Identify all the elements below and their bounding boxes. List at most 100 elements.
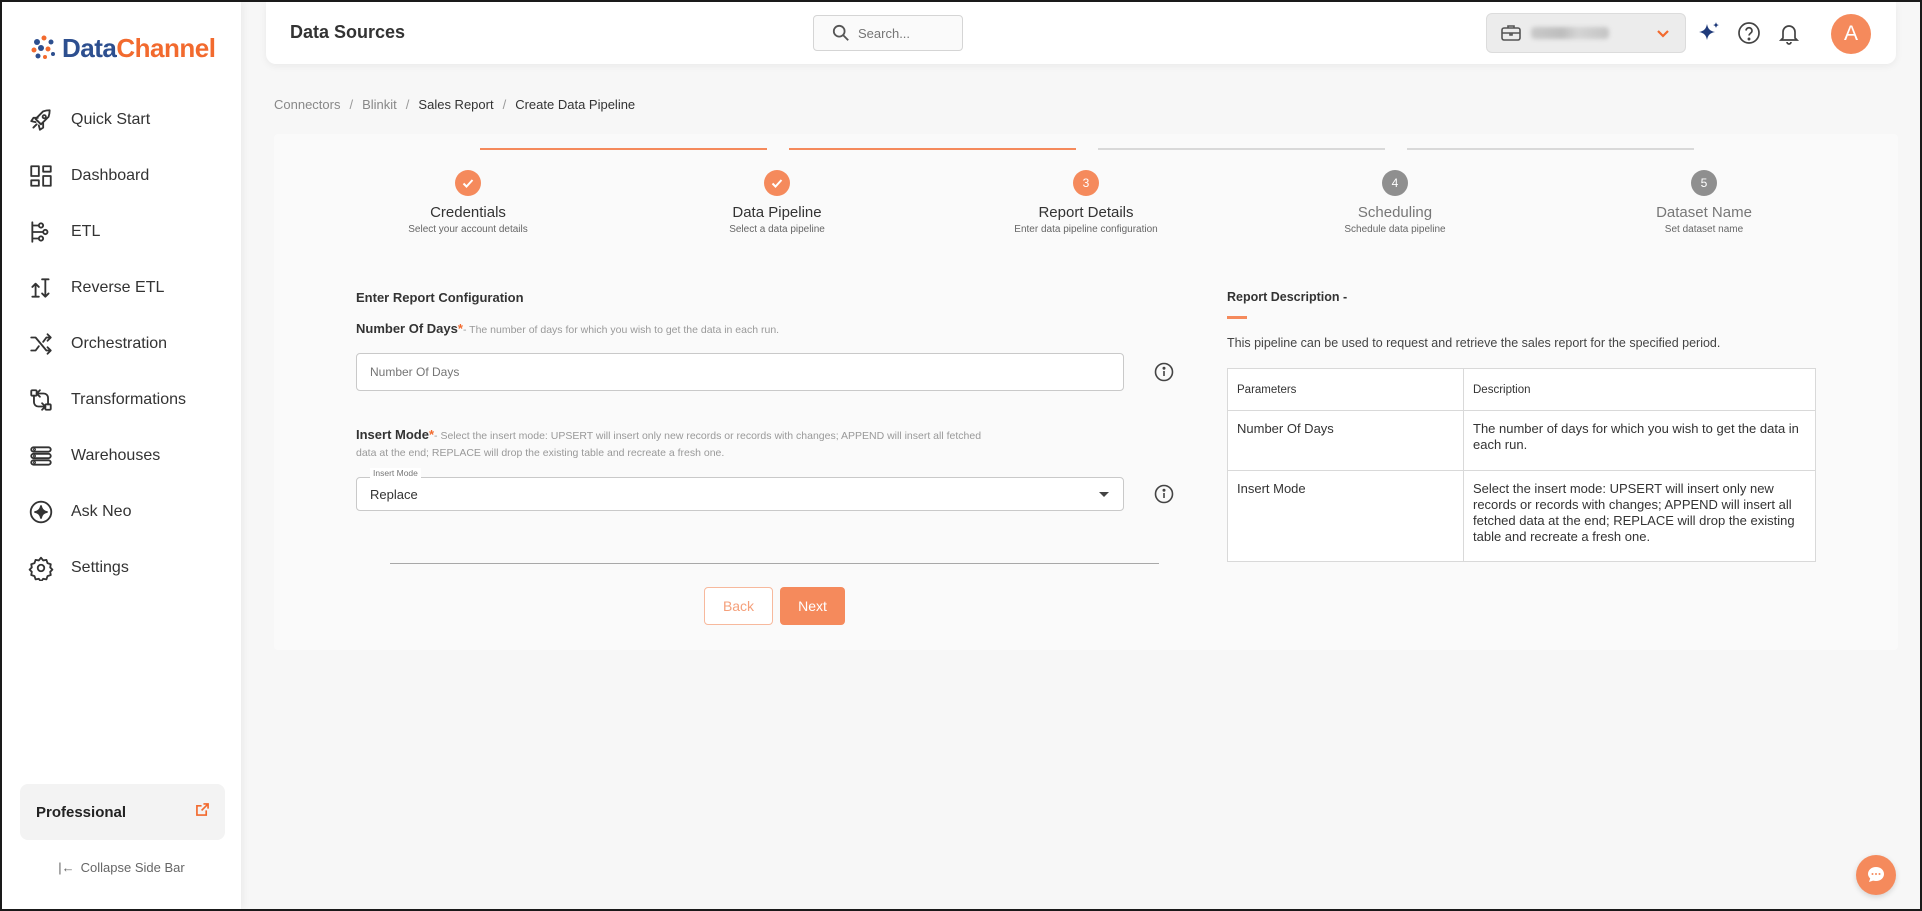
param-description: The number of days for which you wish to… <box>1463 410 1816 471</box>
step-title: Data Pipeline <box>732 204 822 221</box>
notifications-button[interactable] <box>1776 20 1802 46</box>
step-subtitle: Set dataset name <box>1664 224 1744 235</box>
breadcrumb-blinkit[interactable]: Blinkit <box>362 97 397 112</box>
insert-mode-value: Replace <box>370 487 418 502</box>
breadcrumb-connectors[interactable]: Connectors <box>274 97 340 112</box>
table-header-row: Parameters Description <box>1227 368 1816 411</box>
mode-field-label: Insert Mode*- Select the insert mode: UP… <box>356 426 1116 445</box>
sidebar-item-label: Orchestration <box>71 335 168 352</box>
step-connector-pending <box>1407 148 1694 150</box>
logo[interactable]: DataChannel <box>28 32 216 64</box>
sidebar-item-orchestration[interactable]: Orchestration <box>2 316 241 372</box>
dashboard-icon <box>30 165 52 187</box>
step-subtitle: Enter data pipeline configuration <box>1014 224 1158 235</box>
info-icon <box>1154 484 1174 504</box>
sidebar-item-transformations[interactable]: Transformations <box>2 372 241 428</box>
step-number: 3 <box>1073 170 1099 196</box>
table-row: Number Of Days The number of days for wh… <box>1227 410 1816 471</box>
sidebar-item-dashboard[interactable]: Dashboard <box>2 148 241 204</box>
chat-button[interactable] <box>1856 855 1896 895</box>
insert-mode-legend: Insert Mode <box>370 468 421 478</box>
section-title: Enter Report Configuration <box>356 290 524 305</box>
step-connector-pending <box>1098 148 1385 150</box>
form-divider <box>390 563 1159 564</box>
report-description-text: This pipeline can be used to request and… <box>1227 336 1721 350</box>
breadcrumb-sales-report[interactable]: Sales Report <box>418 97 493 112</box>
plan-card[interactable]: Professional <box>20 784 225 840</box>
step-title: Credentials <box>430 204 506 221</box>
chat-bubble-icon <box>1868 867 1884 882</box>
step-title: Dataset Name <box>1656 204 1752 221</box>
table-header-description: Description <box>1463 368 1816 411</box>
search-box[interactable] <box>813 15 963 51</box>
number-of-days-input[interactable] <box>356 353 1124 391</box>
etl-icon <box>31 221 49 243</box>
step-subtitle: Select your account details <box>408 224 528 235</box>
step-number: 5 <box>1691 170 1717 196</box>
param-name: Number Of Days <box>1227 410 1464 471</box>
ai-sparkle-button[interactable] <box>1696 20 1722 46</box>
workspace-name-redacted <box>1531 27 1609 39</box>
next-button[interactable]: Next <box>780 587 845 625</box>
sidebar-item-label: Dashboard <box>71 167 150 184</box>
info-icon <box>1154 362 1174 382</box>
logo-mark-icon <box>31 35 55 59</box>
logo-text: DataChannel <box>62 32 216 63</box>
sidebar-item-settings[interactable]: Settings <box>2 540 241 596</box>
check-icon <box>455 170 481 196</box>
sidebar-item-label: Warehouses <box>71 447 161 464</box>
step-credentials[interactable]: Credentials Select your account details <box>353 170 583 235</box>
search-icon <box>832 24 849 41</box>
mode-hint-line2-wrap: data at the end; REPLACE will drop the e… <box>356 444 724 459</box>
step-report-details[interactable]: 3 Report Details Enter data pipeline con… <box>971 170 1201 235</box>
plan-name: Professional <box>36 803 127 821</box>
caret-down-icon <box>1099 492 1109 497</box>
sidebar-item-reverse-etl[interactable]: Reverse ETL <box>2 260 241 316</box>
transformations-icon <box>30 389 52 411</box>
step-dataset-name[interactable]: 5 Dataset Name Set dataset name <box>1589 170 1819 235</box>
avatar[interactable]: A <box>1831 14 1871 54</box>
insert-mode-select[interactable]: Replace <box>356 477 1124 511</box>
sidebar: DataChannel Quick Start Dashboard ETL Re… <box>2 2 241 909</box>
table-row: Insert Mode Select the insert mode: UPSE… <box>1227 470 1816 562</box>
sidebar-item-quick-start[interactable]: Quick Start <box>2 92 241 148</box>
bell-icon <box>1778 25 1800 45</box>
title-underline <box>1227 316 1247 319</box>
back-button[interactable]: Back <box>704 587 773 625</box>
page-title: Data Sources <box>290 22 406 42</box>
help-icon <box>1738 22 1760 44</box>
sidebar-nav: Quick Start Dashboard ETL Reverse ETL Or… <box>2 92 241 596</box>
days-info-button[interactable] <box>1154 362 1174 382</box>
mode-info-button[interactable] <box>1154 484 1174 504</box>
sidebar-item-etl[interactable]: ETL <box>2 204 241 260</box>
help-button[interactable] <box>1736 20 1762 46</box>
search-input[interactable] <box>858 25 948 41</box>
collapse-sidebar-button[interactable]: |← Collapse Side Bar <box>2 860 241 875</box>
chevron-down-icon <box>1657 30 1669 38</box>
mode-hint-line2: data at the end; REPLACE will drop the e… <box>356 447 725 459</box>
step-connector-done <box>480 148 767 150</box>
reverse-etl-icon <box>31 278 50 298</box>
collapse-label: Collapse Side Bar <box>80 860 185 875</box>
step-subtitle: Schedule data pipeline <box>1344 224 1446 235</box>
step-title: Report Details <box>1038 204 1134 221</box>
rocket-icon <box>30 109 51 131</box>
step-title: Scheduling <box>1357 204 1433 221</box>
sidebar-item-warehouses[interactable]: Warehouses <box>2 428 241 484</box>
orchestration-icon <box>30 333 52 355</box>
step-data-pipeline[interactable]: Data Pipeline Select a data pipeline <box>662 170 892 235</box>
sparkle-icon <box>29 500 53 524</box>
breadcrumb-separator: / <box>502 97 507 112</box>
external-link-icon[interactable] <box>196 803 209 821</box>
param-description: Select the insert mode: UPSERT will inse… <box>1463 470 1816 562</box>
sidebar-item-label: Settings <box>71 559 129 576</box>
sidebar-item-ask-neo[interactable]: Ask Neo <box>2 484 241 540</box>
workspace-selector[interactable] <box>1486 13 1686 53</box>
parameters-table: Parameters Description Number Of Days Th… <box>1227 368 1816 562</box>
sidebar-item-label: Transformations <box>71 391 186 408</box>
step-scheduling[interactable]: 4 Scheduling Schedule data pipeline <box>1280 170 1510 235</box>
warehouses-icon <box>30 446 52 466</box>
days-hint: - The number of days for which you wish … <box>462 324 780 336</box>
check-icon <box>764 170 790 196</box>
mode-hint-line1: - Select the insert mode: UPSERT will in… <box>434 430 982 442</box>
